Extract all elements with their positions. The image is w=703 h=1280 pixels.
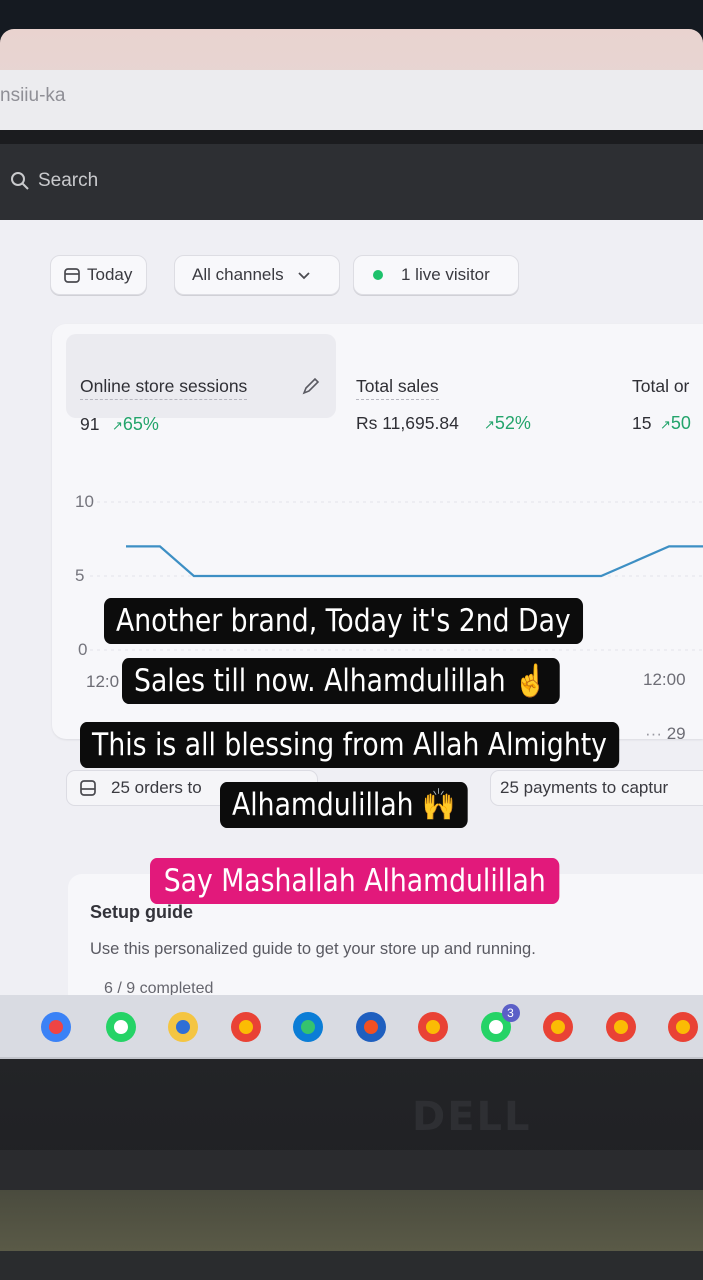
store-icon[interactable] (353, 1009, 389, 1045)
setup-guide-title: Setup guide (90, 902, 193, 922)
metric-sales-value: Rs 11,695.84 (356, 413, 459, 433)
calendar-icon (64, 268, 80, 283)
metric-sessions-change-value: 65% (122, 414, 159, 434)
trend-up-icon: ↗ (484, 417, 495, 432)
metric-sales-change-value: 52% (494, 413, 531, 433)
caption-pink-banner: Say Mashallah Alhamdulillah (150, 858, 560, 904)
date-filter-label: Today (87, 265, 133, 284)
caption-line-3: This is all blessing from Allah Almighty (80, 722, 619, 768)
legend-date: 29 (666, 724, 686, 743)
metric-orders-value: 15 (632, 413, 652, 433)
chrome-icon[interactable] (228, 1009, 264, 1045)
legend-ellipsis: ··· 29 (645, 724, 686, 743)
metric-sessions-change: ↗65% (112, 414, 159, 435)
orders-chip-label: 25 orders to (111, 778, 202, 797)
chrome-icon[interactable] (415, 1009, 451, 1045)
metric-orders-change: ↗50 (660, 413, 691, 434)
search-label: Search (38, 170, 99, 191)
live-visitor-button[interactable]: 1 live visitor (353, 255, 519, 295)
browser-address-bar (0, 70, 703, 131)
inbox-icon (80, 780, 96, 796)
chevron-down-icon (298, 272, 310, 280)
metric-sessions-value: 91 (80, 414, 100, 434)
dell-logo-text: DELL (412, 1094, 532, 1140)
live-indicator-dot (373, 270, 383, 280)
caption-line-4: Alhamdulillah 🙌 (220, 782, 468, 828)
notification-badge: 3 (501, 1004, 520, 1022)
whatsapp-icon[interactable] (103, 1009, 139, 1045)
chrome-icon[interactable] (665, 1009, 701, 1045)
date-filter-button[interactable]: Today (50, 255, 147, 295)
chart-series-line (126, 545, 703, 578)
desk-surface (0, 1190, 703, 1251)
channels-filter-label: All channels (192, 265, 284, 284)
metric-orders-change-value: 50 (670, 413, 691, 433)
live-visitor-label: 1 live visitor (401, 265, 490, 284)
metric-sales-label[interactable]: Total sales (356, 376, 439, 400)
caption-line-1: Another brand, Today it's 2nd Day (104, 598, 583, 644)
y-tick-5: 5 (75, 566, 85, 585)
x-tick-end: 12:00 (643, 670, 686, 689)
channels-filter-button[interactable]: All channels (174, 255, 340, 295)
x-tick-start: 12:0 (86, 672, 120, 691)
search-bar[interactable]: Search (10, 160, 98, 202)
trend-up-icon: ↗ (660, 417, 671, 432)
screen-bezel-top (0, 130, 703, 144)
dell-logo: DELL (412, 1094, 532, 1140)
metric-sessions-label[interactable]: Online store sessions (80, 376, 248, 400)
file-explorer-icon[interactable] (165, 1009, 201, 1045)
admin-topbar (0, 144, 703, 220)
y-tick-10: 10 (75, 492, 94, 511)
trend-up-icon: ↗ (112, 418, 123, 433)
payments-chip-label: 25 payments to captur (500, 778, 669, 797)
search-icon (11, 172, 29, 190)
chrome-icon[interactable] (603, 1009, 639, 1045)
url-text[interactable]: nsiiu-ka (0, 85, 65, 107)
laptop-hinge (0, 1150, 703, 1190)
setup-guide-description: Use this personalized guide to get your … (90, 940, 536, 958)
caption-line-2: Sales till now. Alhamdulillah ☝️ (122, 658, 560, 704)
edge-icon[interactable] (290, 1009, 326, 1045)
metric-orders-label[interactable]: Total or (632, 376, 689, 399)
chrome-icon[interactable] (540, 1009, 576, 1045)
metric-sales-change: ↗52% (484, 413, 531, 434)
edit-pencil-icon[interactable] (300, 375, 322, 397)
y-tick-0: 0 (78, 640, 88, 659)
payments-to-capture-chip[interactable]: 25 payments to captur (490, 770, 703, 806)
copilot-icon[interactable] (38, 1009, 74, 1045)
